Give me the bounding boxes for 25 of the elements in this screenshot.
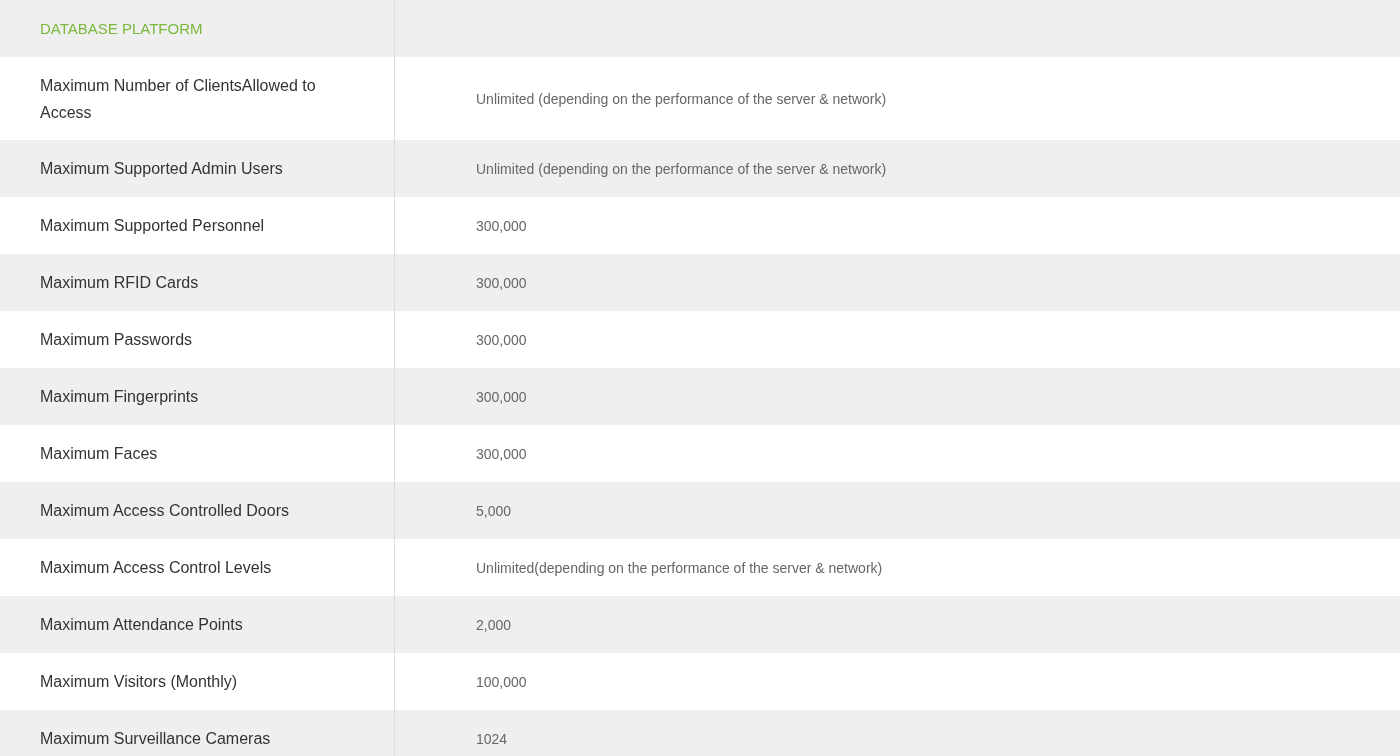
spec-value: 300,000 bbox=[476, 274, 527, 291]
spec-value: 300,000 bbox=[476, 445, 527, 462]
spec-value: Unlimited (depending on the performance of the server & network) bbox=[476, 90, 887, 107]
spec-label: Maximum Number of ClientsAllowed to Access bbox=[40, 75, 317, 123]
spec-value: 2,000 bbox=[476, 616, 512, 633]
spec-value: 300,000 bbox=[476, 217, 527, 234]
spec-value: Unlimited (depending on the performance of the server & network) bbox=[476, 160, 887, 177]
spec-value: 300,000 bbox=[476, 388, 527, 405]
spec-label: Maximum Attendance Points bbox=[40, 615, 243, 635]
spec-value: 5,000 bbox=[476, 502, 512, 519]
spec-label: Maximum Fingerprints bbox=[40, 387, 199, 407]
spec-label: Maximum Passwords bbox=[40, 330, 193, 350]
spec-label: Maximum Surveillance Cameras bbox=[40, 729, 271, 749]
spec-label: Maximum Access Controlled Doors bbox=[40, 501, 289, 521]
spec-value: 1024 bbox=[476, 730, 508, 747]
spec-label: Maximum Faces bbox=[40, 444, 158, 464]
spec-value: 100,000 bbox=[476, 673, 527, 690]
spec-value: 300,000 bbox=[476, 331, 527, 348]
section-title: DATABASE PLATFORM bbox=[40, 20, 203, 37]
spec-value: Unlimited(depending on the performance of the server & network) bbox=[476, 559, 883, 576]
spec-label: Maximum Access Control Levels bbox=[40, 558, 272, 578]
spec-label: Maximum Visitors (Monthly) bbox=[40, 672, 238, 692]
spec-label: Maximum Supported Admin Users bbox=[40, 159, 283, 179]
spec-label: Maximum RFID Cards bbox=[40, 273, 199, 293]
spec-label: Maximum Supported Personnel bbox=[40, 216, 265, 236]
